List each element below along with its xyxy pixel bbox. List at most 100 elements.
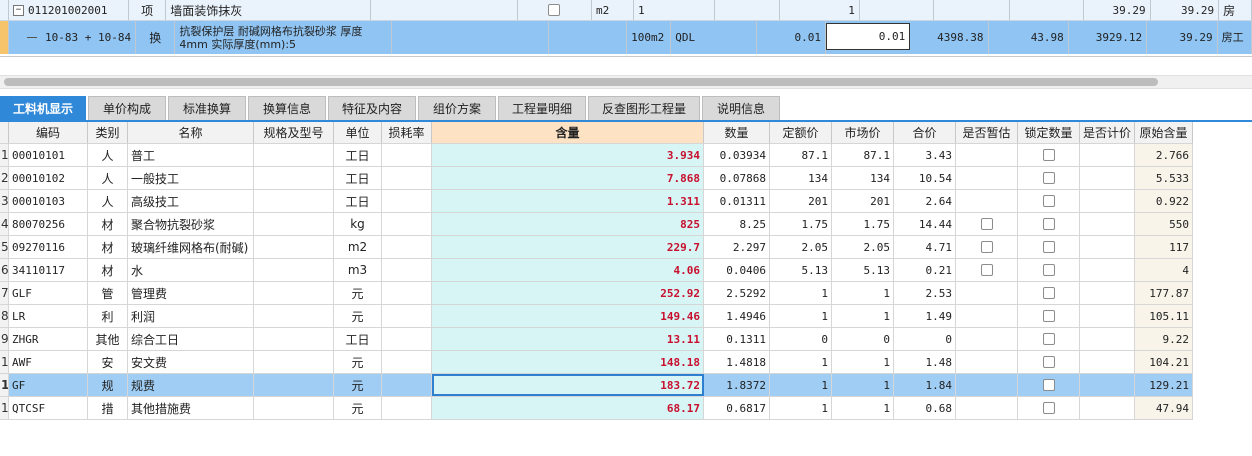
header-lock-quantity[interactable]: 锁定数量: [1018, 122, 1080, 143]
table-row[interactable]: 4 80070256 材聚合物抗裂砂浆 kg 825 8.25 1.75 1.75 14.44 5…: [0, 213, 1193, 236]
loss-rate-cell[interactable]: [382, 259, 432, 281]
name-cell[interactable]: 利润: [128, 305, 254, 327]
quantity-cell[interactable]: 2.5292: [704, 282, 770, 304]
name-cell[interactable]: 其他措施费: [128, 397, 254, 419]
spec-cell[interactable]: [254, 190, 334, 212]
is-priced-cell[interactable]: [1080, 167, 1135, 189]
name-cell[interactable]: 安文费: [128, 351, 254, 373]
loss-rate-cell[interactable]: [382, 305, 432, 327]
content-cell[interactable]: 149.46: [432, 305, 704, 327]
tab-unit-price-breakdown[interactable]: 单价构成: [88, 96, 166, 120]
bill-comp-price-cell[interactable]: 39.29: [1084, 0, 1151, 20]
header-original-content[interactable]: 原始含量: [1135, 122, 1193, 143]
bill-comp-total-cell[interactable]: 39.29: [1151, 0, 1220, 20]
category-cell[interactable]: 材: [88, 259, 128, 281]
quota-price-cell[interactable]: 134: [770, 167, 832, 189]
header-spec[interactable]: 规格及型号: [254, 122, 334, 143]
spec-cell[interactable]: [254, 351, 334, 373]
bill-content-cell[interactable]: [715, 0, 781, 20]
code-cell[interactable]: 00010103: [9, 190, 88, 212]
quota-qty-input[interactable]: 0.01: [826, 23, 911, 50]
header-content[interactable]: 含量: [432, 122, 704, 143]
estimate-checkbox[interactable]: [980, 218, 993, 230]
original-content-cell[interactable]: 550: [1135, 213, 1193, 235]
quota-type-cell[interactable]: 换: [136, 21, 176, 54]
table-row[interactable]: 10AWF安安文费元148.181.4818111.48104.21: [0, 351, 1193, 374]
is-estimate-cell[interactable]: [956, 374, 1018, 396]
content-cell[interactable]: 252.92: [432, 282, 704, 304]
tab-pricing-scheme[interactable]: 组价方案: [418, 96, 496, 120]
quantity-cell[interactable]: 8.25: [704, 213, 770, 235]
content-cell[interactable]: 229.7: [432, 236, 704, 258]
loss-rate-cell[interactable]: [382, 167, 432, 189]
code-cell[interactable]: GF: [9, 374, 88, 396]
amount-cell[interactable]: 1.49: [894, 305, 956, 327]
spec-cell[interactable]: [254, 167, 334, 189]
is-priced-cell[interactable]: [1080, 305, 1135, 327]
market-price-cell[interactable]: 1: [832, 351, 894, 373]
market-price-cell[interactable]: 1.75: [832, 213, 894, 235]
lock-quantity-checkbox[interactable]: [1042, 310, 1055, 322]
lock-quantity-cell[interactable]: [1018, 259, 1080, 281]
market-price-cell[interactable]: 201: [832, 190, 894, 212]
tab-graphic-quantity-lookup[interactable]: 反查图形工程量: [588, 96, 700, 120]
market-price-cell[interactable]: 5.13: [832, 259, 894, 281]
bill-extra-cell[interactable]: 房: [1219, 0, 1252, 20]
lock-quantity-checkbox[interactable]: [1042, 195, 1055, 207]
is-estimate-cell[interactable]: [956, 190, 1018, 212]
loss-rate-cell[interactable]: [382, 282, 432, 304]
spec-cell[interactable]: [254, 397, 334, 419]
bill-name-cell[interactable]: 墙面装饰抹灰: [166, 0, 371, 20]
name-cell[interactable]: 规费: [128, 374, 254, 396]
is-estimate-cell[interactable]: [956, 328, 1018, 350]
category-cell[interactable]: 利: [88, 305, 128, 327]
lock-quantity-cell[interactable]: [1018, 397, 1080, 419]
name-cell[interactable]: 普工: [128, 144, 254, 166]
spec-cell[interactable]: [254, 259, 334, 281]
amount-cell[interactable]: 10.54: [894, 167, 956, 189]
market-price-cell[interactable]: 134: [832, 167, 894, 189]
loss-rate-cell[interactable]: [382, 144, 432, 166]
quota-unit-cell[interactable]: 100m2: [627, 21, 672, 54]
quota-price-cell[interactable]: 1: [770, 282, 832, 304]
original-content-cell[interactable]: 4: [1135, 259, 1193, 281]
table-row[interactable]: 7 GLF 管管理费元 252.92 2.5292 1 1 2.53 177.87: [0, 282, 1193, 305]
spec-cell[interactable]: [254, 328, 334, 350]
is-estimate-cell[interactable]: [956, 236, 1018, 258]
original-content-cell[interactable]: 5.533: [1135, 167, 1193, 189]
quota-price-cell[interactable]: 1: [770, 305, 832, 327]
lock-quantity-cell[interactable]: [1018, 282, 1080, 304]
unit-cell[interactable]: 工日: [334, 144, 382, 166]
quantity-cell[interactable]: 1.8372: [704, 374, 770, 396]
is-estimate-cell[interactable]: [956, 259, 1018, 281]
unit-cell[interactable]: 元: [334, 305, 382, 327]
quota-price-cell[interactable]: 201: [770, 190, 832, 212]
content-cell[interactable]: 4.06: [432, 259, 704, 281]
quantity-cell[interactable]: 2.297: [704, 236, 770, 258]
is-priced-cell[interactable]: [1080, 282, 1135, 304]
quota-price-cell[interactable]: 0: [770, 328, 832, 350]
unit-cell[interactable]: 元: [334, 397, 382, 419]
code-cell[interactable]: ZHGR: [9, 328, 88, 350]
is-estimate-cell[interactable]: [956, 282, 1018, 304]
loss-rate-cell[interactable]: [382, 351, 432, 373]
code-cell[interactable]: AWF: [9, 351, 88, 373]
lock-quantity-cell[interactable]: [1018, 305, 1080, 327]
quota-content-cell[interactable]: 0.01: [757, 21, 826, 54]
bill-total-cell[interactable]: [1010, 0, 1084, 20]
quota-expr-cell[interactable]: QDL: [671, 21, 758, 54]
name-cell[interactable]: 综合工日: [128, 328, 254, 350]
quantity-cell[interactable]: 1.4818: [704, 351, 770, 373]
code-cell[interactable]: LR: [9, 305, 88, 327]
name-cell[interactable]: 管理费: [128, 282, 254, 304]
content-cell[interactable]: 13.11: [432, 328, 704, 350]
bill-feature-cell[interactable]: [371, 0, 518, 20]
lock-quantity-checkbox[interactable]: [1042, 218, 1055, 230]
category-cell[interactable]: 人: [88, 144, 128, 166]
category-cell[interactable]: 材: [88, 213, 128, 235]
bill-flag-cell[interactable]: [518, 0, 592, 20]
scrollbar-thumb[interactable]: [4, 78, 1158, 86]
is-priced-cell[interactable]: [1080, 190, 1135, 212]
header-loss-rate[interactable]: 损耗率: [382, 122, 432, 143]
market-price-cell[interactable]: 1: [832, 374, 894, 396]
